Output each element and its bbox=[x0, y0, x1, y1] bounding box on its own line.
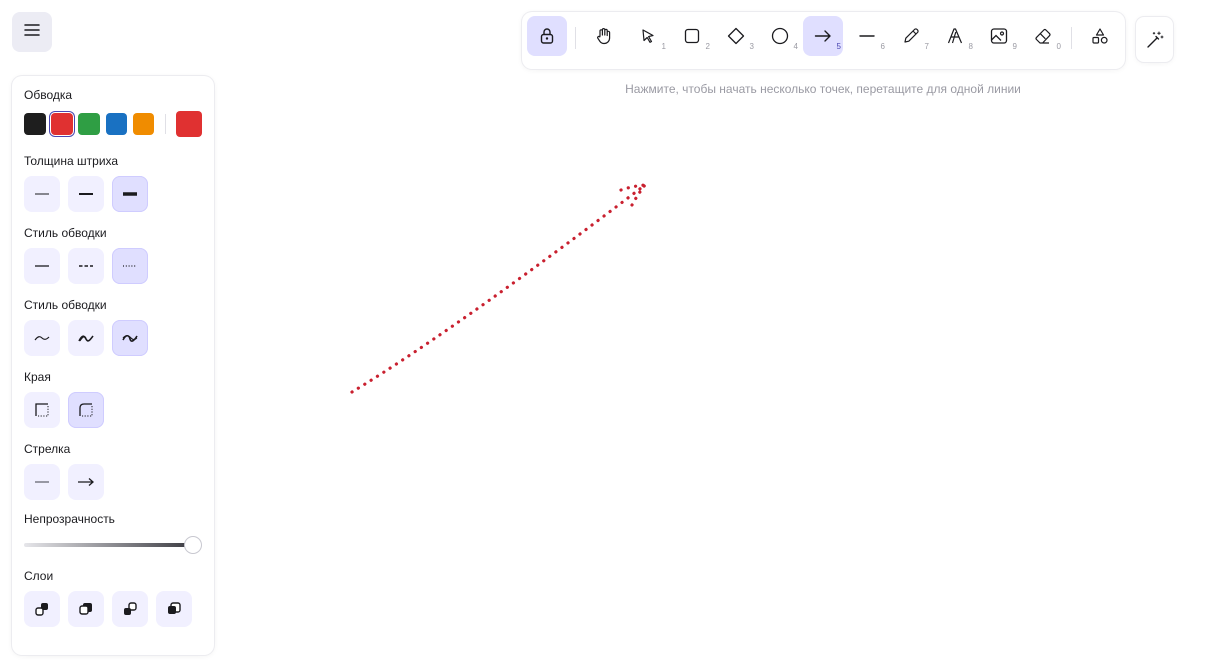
arrow-shaft bbox=[350, 183, 647, 394]
canvas-dotted-arrow[interactable] bbox=[0, 0, 1213, 669]
